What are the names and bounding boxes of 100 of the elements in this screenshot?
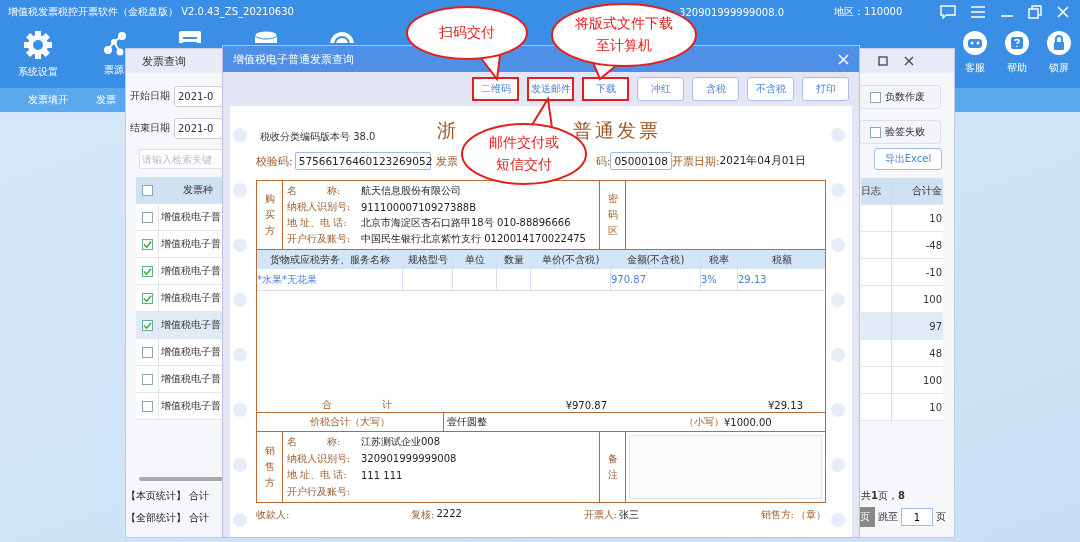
punch-hole	[831, 458, 845, 472]
table-row[interactable]: 增值税电子普	[136, 285, 223, 312]
table-row[interactable]: 增值税电子普	[136, 204, 223, 231]
invoice-title: 普通发票	[573, 118, 661, 143]
field-label: 开户行及账号:	[287, 484, 352, 499]
table-row[interactable]: 增值税电子普	[136, 231, 223, 258]
toolbar-button[interactable]: 发送邮件	[527, 77, 574, 101]
total-statistics: 【全部统计】 合计	[126, 511, 211, 525]
toolbar-button[interactable]: 二维码	[472, 77, 519, 101]
table-cell-text: 增值税电子普	[160, 372, 221, 386]
checkbox[interactable]	[141, 400, 153, 412]
table-row[interactable]: 10	[861, 205, 943, 232]
callout-text: 将版式文件下载 至计算机	[575, 14, 673, 55]
checkbox[interactable]	[141, 238, 153, 250]
toolbar-button[interactable]: 冲红	[637, 77, 684, 101]
table-row[interactable]: 增值税电子普	[136, 393, 223, 420]
page-count: 共1页，8	[861, 489, 905, 503]
field-label: （小写）	[684, 415, 724, 429]
punch-hole	[831, 238, 845, 252]
maximize-icon[interactable]	[878, 56, 888, 66]
table-cell-text: 增值税电子普	[160, 318, 221, 332]
account-number: 320901999999008.0	[679, 6, 786, 18]
help-icon[interactable]	[1004, 30, 1030, 56]
table-cell-text: 增值税电子普	[160, 264, 221, 278]
field-label: 收款人:	[256, 508, 290, 522]
callout-text: 邮件交付或 短信交付	[489, 133, 559, 174]
invoice-number-field[interactable]: 05000108	[610, 152, 672, 170]
checkbox[interactable]	[141, 211, 153, 223]
table-row[interactable]: -48	[861, 232, 943, 259]
table-row[interactable]: 10	[861, 394, 943, 421]
menu-icon[interactable]	[970, 6, 986, 18]
remark-field[interactable]	[629, 435, 822, 499]
table-row[interactable]: 100	[861, 367, 943, 394]
section-label: 销售方	[264, 444, 275, 490]
table-row[interactable]: 增值税电子普	[136, 339, 223, 366]
page-statistics: 【本页统计】 合计	[126, 489, 211, 503]
checkbox[interactable]	[141, 373, 153, 385]
toolbar-button[interactable]: 下载	[582, 77, 629, 101]
scrollbar[interactable]	[139, 477, 223, 481]
jump-label: 跳至	[878, 510, 898, 524]
field-label: 开始日期	[130, 89, 170, 103]
table-row[interactable]: -10	[861, 259, 943, 286]
dialog-title: 增值税电子普通发票查询	[233, 51, 354, 67]
table-row[interactable]: 增值税电子普	[136, 312, 223, 339]
table-cell-text: 增值税电子普	[160, 237, 221, 251]
checkbox[interactable]	[141, 184, 153, 196]
field-label: 纳税人识别号:	[287, 200, 352, 214]
table-row[interactable]: 100	[861, 286, 943, 313]
column-header: 日志	[861, 178, 892, 204]
table-row[interactable]: 97	[861, 313, 943, 340]
checkbox[interactable]	[141, 265, 153, 277]
punch-hole	[233, 348, 247, 362]
robot-icon[interactable]	[962, 30, 988, 56]
filter-checkbox[interactable]: 验签失败	[859, 120, 941, 144]
table-row[interactable]: 增值税电子普	[136, 366, 223, 393]
window-title: 发票查询	[142, 53, 186, 69]
export-button[interactable]: 导出Excel	[874, 148, 942, 170]
table-cell-text: 29.13	[738, 273, 768, 287]
checkbox[interactable]	[141, 319, 153, 331]
column-header: 规格型号	[403, 250, 453, 269]
field-label: 码:	[595, 153, 611, 169]
field-value: 江苏测试企业008	[361, 435, 441, 450]
close-icon[interactable]	[904, 56, 914, 66]
field-label: 结束日期	[130, 121, 170, 135]
field-label: 纳税人识别号:	[287, 451, 352, 466]
total-amount: ¥970.87	[564, 399, 607, 411]
table-cell-text: 增值税电子普	[160, 210, 221, 224]
toolbar-button[interactable]: 打印	[802, 77, 849, 101]
region-code: 地区：110000	[834, 5, 904, 19]
message-icon[interactable]	[940, 5, 956, 19]
column-header: 税额	[770, 252, 793, 267]
toolbar-button[interactable]: 不含税	[747, 77, 794, 101]
field-value: 2222	[436, 508, 462, 521]
lock-icon[interactable]	[1046, 30, 1072, 56]
table-cell-text: 增值税电子普	[160, 291, 221, 305]
date-field[interactable]: 2021-0	[174, 85, 223, 107]
punch-hole	[233, 513, 247, 527]
search-field[interactable]: 请输入检索关键	[139, 149, 223, 169]
page-input[interactable]: 1	[901, 508, 933, 526]
date-field[interactable]: 2021-0	[174, 117, 223, 139]
checkbox[interactable]	[141, 292, 153, 304]
table-cell-text: 增值税电子普	[160, 345, 221, 359]
field-label: 名 称:	[287, 184, 342, 198]
table-cell-text: 10	[928, 211, 943, 226]
filter-checkbox[interactable]: 负数作废	[859, 85, 941, 109]
total-tax: ¥29.13	[767, 399, 804, 411]
toolbar-button[interactable]: 含税	[692, 77, 739, 101]
check-code-field[interactable]: 57566176460123269052	[294, 152, 431, 170]
field-label: 销售方:	[760, 508, 794, 522]
field-label: 名 称:	[287, 435, 342, 450]
document-icon[interactable]	[177, 30, 203, 43]
restore-icon[interactable]	[1028, 5, 1042, 19]
section-label: 备注	[607, 452, 618, 482]
table-row[interactable]: 增值税电子普	[136, 258, 223, 285]
checkbox[interactable]	[141, 346, 153, 358]
punch-hole	[831, 348, 845, 362]
field-label: 地 址、电 话:	[287, 468, 348, 483]
table-cell-text: 增值税电子普	[160, 399, 221, 413]
table-row[interactable]: 48	[861, 340, 943, 367]
gear-icon[interactable]	[23, 30, 53, 60]
